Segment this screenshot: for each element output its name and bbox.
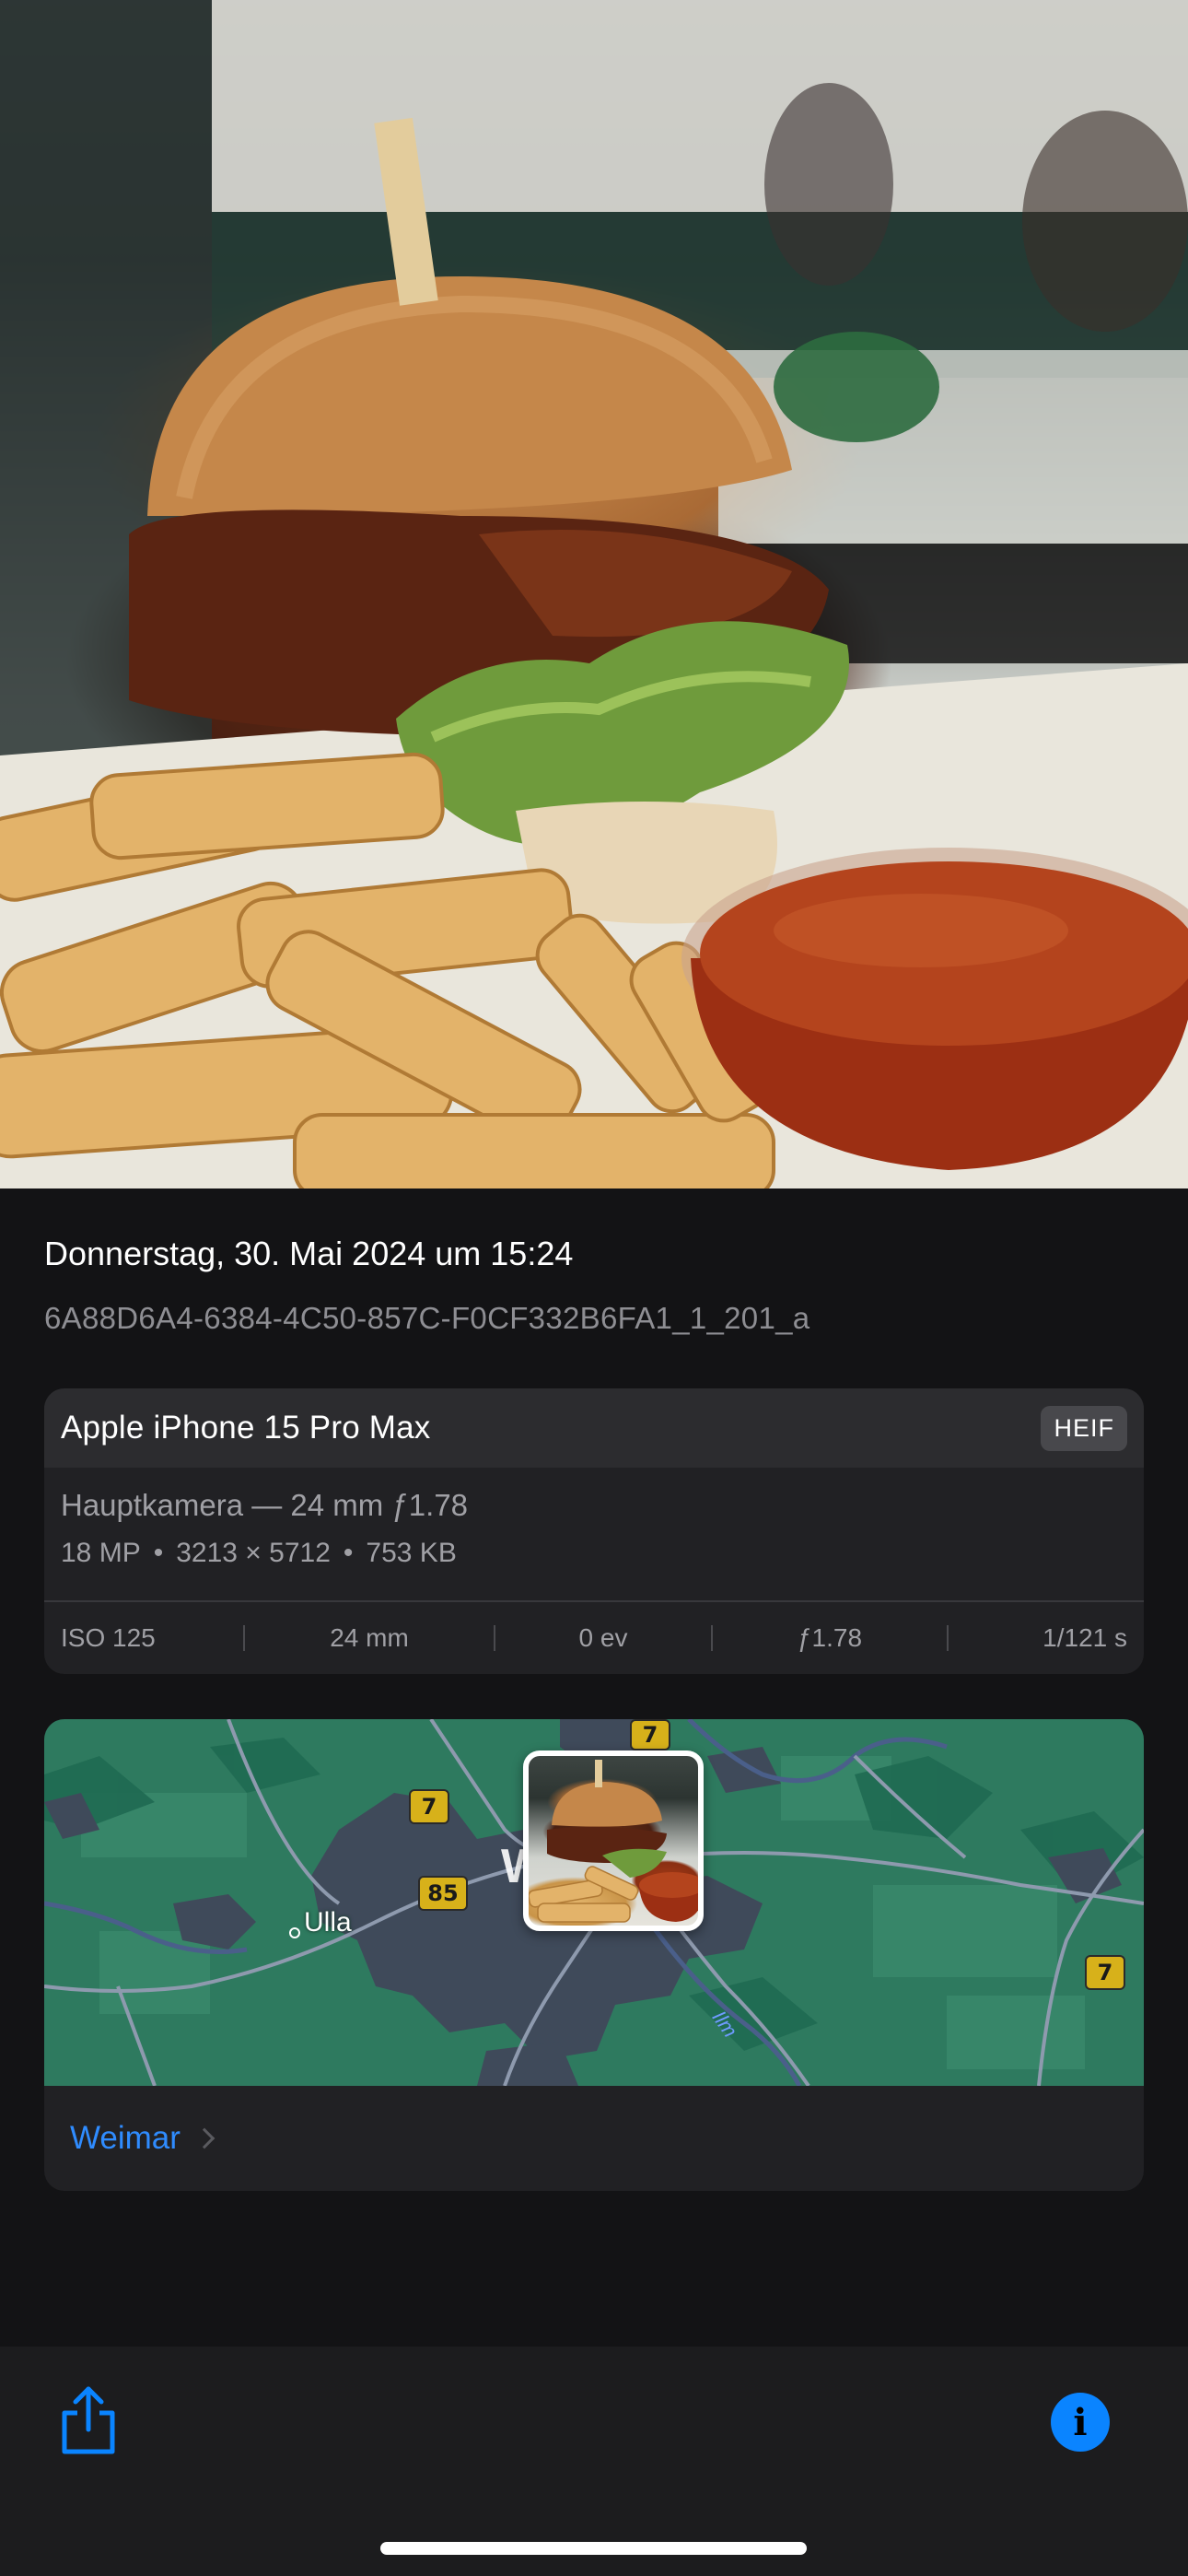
road-shield: 7 [409,1789,449,1824]
camera-header: Apple iPhone 15 Pro Max HEIF [44,1388,1144,1468]
road-shield: 7 [630,1719,670,1751]
exif-exposure-value: 0 ev [578,1623,628,1652]
road-shield: 7 [1085,1955,1125,1990]
resolution: 3213 × 5712 [176,1538,331,1568]
place-label-ulla: Ulla [304,1907,352,1938]
megapixels: 18 MP [61,1538,141,1568]
map-photo-thumbnail[interactable] [523,1751,704,1931]
capture-date: Donnerstag, 30. Mai 2024 um 15:24 [44,1235,574,1272]
place-dot [289,1927,300,1938]
separator-dot: • [343,1538,354,1568]
exif-row: ISO 125 24 mm 0 ev ƒ1.78 1/121 s [44,1602,1144,1674]
lens-info: Hauptkamera — 24 mm ƒ1.78 [61,1488,469,1522]
image-specs: 18 MP • 3213 × 5712 • 753 KB [61,1538,457,1569]
location-card: 7 7 85 7 Ulla W Ilm Weimar [44,1719,1144,2191]
info-icon: i [1073,2400,1088,2444]
format-badge: HEIF [1041,1405,1127,1451]
separator-dot: • [153,1538,164,1568]
share-icon [62,2386,115,2454]
file-size: 753 KB [366,1538,457,1568]
location-link[interactable]: Weimar [70,2120,181,2157]
share-button[interactable] [55,2383,122,2457]
camera-model: Apple iPhone 15 Pro Max [61,1410,431,1446]
bottom-toolbar: i [0,2347,1188,2576]
exif-iso: ISO 125 [61,1623,156,1652]
camera-info-card: Apple iPhone 15 Pro Max HEIF Hauptkamera… [44,1388,1144,1674]
exif-focal-length: 24 mm [330,1623,409,1652]
chevron-right-icon [193,2127,215,2149]
exif-shutter-speed: 1/121 s [1042,1623,1127,1652]
info-button[interactable]: i [1051,2393,1110,2452]
photo-view[interactable] [0,0,1188,1188]
map-view[interactable]: 7 7 85 7 Ulla W Ilm [44,1719,1144,2086]
home-indicator[interactable] [380,2542,807,2555]
road-shield: 85 [418,1876,468,1911]
file-name[interactable]: 6A88D6A4-6384-4C50-857C-F0CF332B6FA1_1_2… [44,1301,809,1336]
exif-aperture: ƒ1.78 [797,1623,863,1652]
thumbnail-illustration [529,1760,698,1923]
location-row[interactable]: Weimar [44,2086,1144,2191]
photo-illustration [0,0,1188,1188]
